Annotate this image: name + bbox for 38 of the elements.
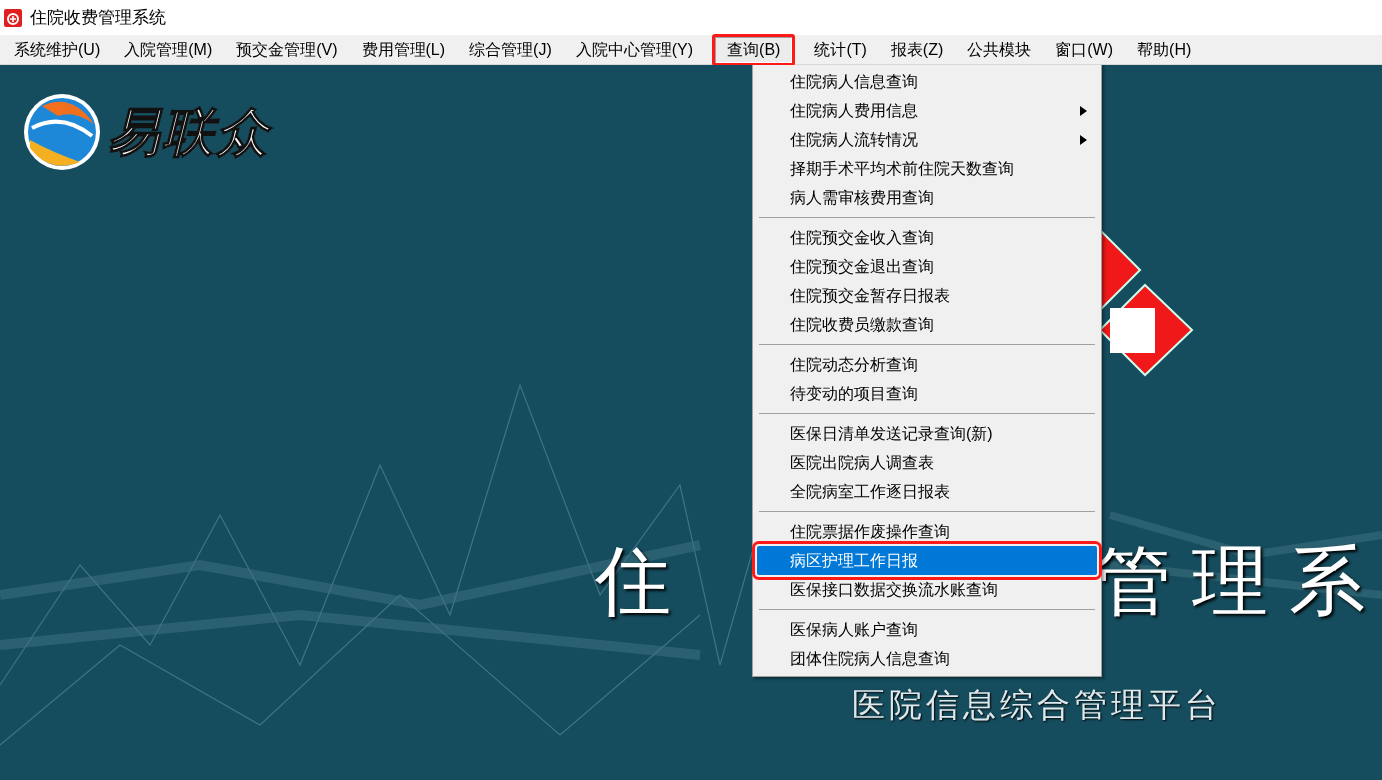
menu-item[interactable]: 住院票据作废操作查询 — [757, 517, 1097, 546]
menu-bar-item[interactable]: 综合管理(J) — [464, 33, 557, 66]
menu-item[interactable]: 住院预交金退出查询 — [757, 252, 1097, 281]
menu-bar-item[interactable]: 预交金管理(V) — [231, 33, 343, 66]
app-icon — [4, 8, 22, 27]
menu-item[interactable]: 住院预交金暂存日报表 — [757, 281, 1097, 310]
menu-item[interactable]: 住院病人费用信息 — [757, 96, 1097, 125]
menu-item[interactable]: 住院病人信息查询 — [757, 67, 1097, 96]
menu-bar-item[interactable]: 帮助(H) — [1132, 33, 1197, 66]
submenu-arrow-icon — [1080, 134, 1087, 145]
menu-bar-item[interactable]: 查询(B) — [712, 33, 796, 66]
menu-bar-item[interactable]: 入院管理(M) — [119, 33, 218, 66]
sphere-logo-icon — [22, 92, 102, 172]
splash-title: 管 理 系 — [1095, 543, 1366, 619]
menu-item[interactable]: 病人需审核费用查询 — [757, 183, 1097, 212]
splash-title: 住 — [595, 543, 671, 619]
menu-item[interactable]: 团体住院病人信息查询 — [757, 644, 1097, 673]
menu-item[interactable]: 全院病室工作逐日报表 — [757, 477, 1097, 506]
menu-bar-item[interactable]: 公共模块 — [962, 33, 1037, 66]
menu-item[interactable]: 医院出院病人调查表 — [757, 448, 1097, 477]
splash-subtitle: 医院信息综合管理平台 — [852, 685, 1222, 725]
menu-bar-item[interactable]: 窗口(W) — [1050, 33, 1119, 66]
menu-item[interactable]: 择期手术平均术前住院天数查询 — [757, 154, 1097, 183]
window-title: 住院收费管理系统 — [30, 6, 166, 29]
menu-item[interactable]: 住院预交金收入查询 — [757, 223, 1097, 252]
menu-item[interactable]: 医保病人账户查询 — [757, 615, 1097, 644]
menu-item[interactable]: 住院动态分析查询 — [757, 350, 1097, 379]
menu-item[interactable]: 住院病人流转情况 — [757, 125, 1097, 154]
submenu-arrow-icon — [1080, 105, 1087, 116]
menu-item[interactable]: 住院收费员缴款查询 — [757, 310, 1097, 339]
menu-item[interactable]: 医保日清单发送记录查询(新) — [757, 419, 1097, 448]
menu-bar-item[interactable]: 费用管理(L) — [356, 33, 451, 66]
menu-bar-item[interactable]: 报表(Z) — [885, 33, 949, 66]
menu-bar-item[interactable]: 系统维护(U) — [9, 33, 106, 66]
menu-bar-item[interactable]: 入院中心管理(Y) — [570, 33, 699, 66]
menu-item[interactable]: 医保接口数据交换流水账查询 — [757, 575, 1097, 604]
menu-bar-item[interactable]: 统计(T) — [809, 33, 872, 66]
menu-item[interactable]: 待变动的项目查询 — [757, 379, 1097, 408]
